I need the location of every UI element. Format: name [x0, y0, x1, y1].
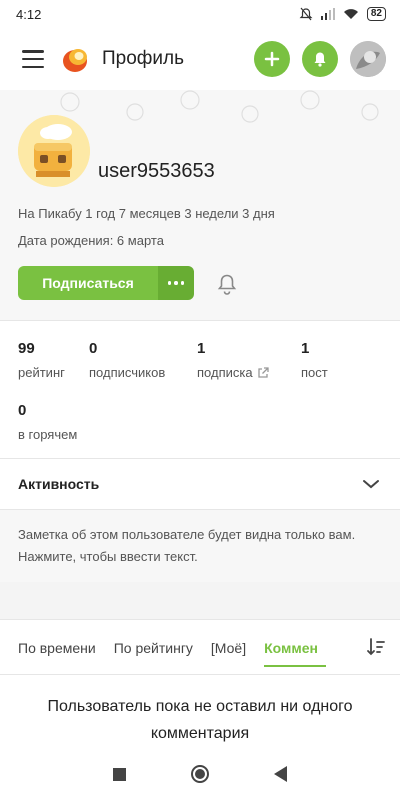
back-button[interactable] — [274, 766, 288, 782]
add-post-button[interactable] — [254, 41, 290, 77]
stat-value: 0 — [89, 340, 98, 357]
status-time: 4:12 — [16, 6, 42, 22]
tab-comments[interactable]: Коммен — [264, 621, 327, 675]
stat-subscriptions[interactable]: 1 подписка — [197, 340, 269, 380]
stat-label: рейтинг — [18, 365, 65, 380]
profile-avatar[interactable] — [18, 115, 90, 187]
more-options-button[interactable] — [158, 266, 194, 300]
user-avatar[interactable] — [350, 41, 386, 77]
mute-icon — [299, 7, 313, 21]
home-button[interactable] — [190, 765, 209, 783]
content-tabs: По времени По рейтингу [Моё] Коммен — [0, 621, 400, 675]
app-header: Профиль — [0, 28, 400, 90]
subscribe-button[interactable]: Подписаться — [18, 266, 158, 300]
stat-label: подписка — [197, 365, 253, 380]
stat-hot[interactable]: 0 в горячем — [18, 402, 77, 442]
battery-indicator: 82 — [366, 7, 386, 21]
stat-label: подписчиков — [89, 365, 166, 380]
system-navigation-bar — [0, 748, 400, 800]
notifications-button[interactable] — [302, 41, 338, 77]
stat-value: 1 — [301, 340, 310, 357]
recents-button[interactable] — [112, 767, 126, 781]
bell-outline-icon[interactable] — [217, 273, 237, 295]
birthday: Дата рождения: 6 марта — [18, 233, 164, 248]
stat-label: в горячем — [18, 427, 78, 442]
sort-icon[interactable] — [366, 637, 386, 657]
user-note[interactable]: Заметка об этом пользователе будет видна… — [0, 510, 400, 582]
bell-icon — [314, 52, 326, 67]
signal-icon — [320, 8, 335, 20]
stat-rating[interactable]: 99 рейтинг — [18, 340, 65, 380]
status-bar: 4:12 82 — [0, 0, 400, 28]
stat-label-wrap: подписка — [197, 365, 269, 380]
status-icons: 82 — [299, 7, 386, 21]
tab-by-rating[interactable]: По рейтингу — [114, 621, 193, 675]
external-link-icon — [257, 366, 269, 378]
wifi-icon — [343, 9, 358, 19]
page-title: Профиль — [102, 48, 185, 69]
divider — [0, 320, 400, 321]
empty-comments-message: Пользователь пока не оставил ни одного к… — [47, 698, 353, 742]
stat-followers[interactable]: 0 подписчиков — [89, 340, 165, 380]
membership-duration: На Пикабу 1 год 7 месяцев 3 недели 3 дня — [18, 206, 275, 221]
activity-section-toggle[interactable]: Активность — [0, 459, 400, 509]
stat-value: 99 — [18, 340, 35, 357]
activity-title: Активность — [18, 476, 100, 492]
chevron-down-icon — [363, 480, 379, 489]
stat-value: 0 — [18, 402, 27, 419]
stat-label: пост — [301, 365, 328, 380]
tab-by-time[interactable]: По времени — [18, 621, 96, 675]
section-gap — [0, 582, 400, 620]
menu-icon[interactable] — [22, 50, 44, 68]
subscribe-group: Подписаться — [18, 266, 194, 300]
pikabu-logo[interactable] — [60, 44, 90, 74]
stat-value: 1 — [197, 340, 206, 357]
username: user9553653 — [98, 160, 215, 182]
tab-mine[interactable]: [Моё] — [211, 621, 246, 675]
plus-icon — [264, 51, 280, 67]
stat-posts[interactable]: 1 пост — [301, 340, 328, 380]
